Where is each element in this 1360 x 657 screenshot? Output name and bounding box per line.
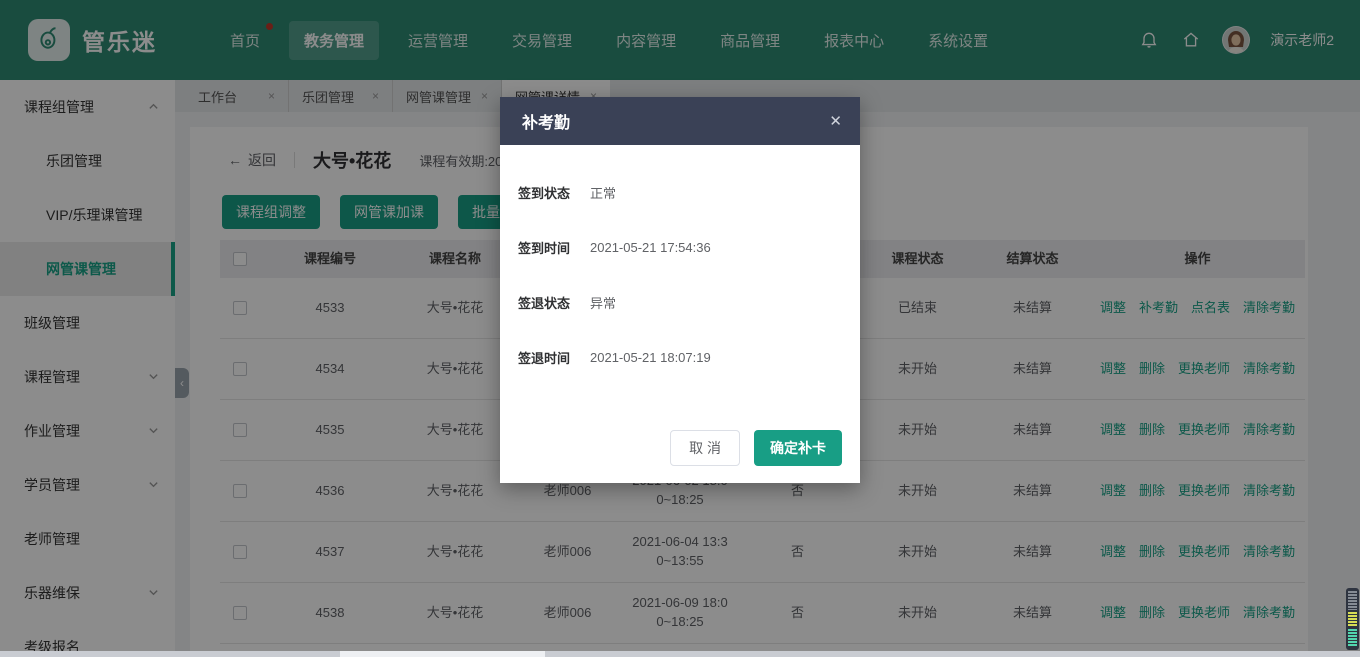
minimap-gray-stripes xyxy=(1348,591,1357,610)
dialog-body: 签到状态 正常 签到时间 2021-05-21 17:54:36 签退状态 异常… xyxy=(500,145,860,366)
minimap-yellow-stripes xyxy=(1348,612,1357,627)
cancel-button[interactable]: 取 消 xyxy=(670,430,740,466)
close-icon[interactable]: ✕ xyxy=(829,112,842,130)
field-checkout-time: 签退时间 2021-05-21 18:07:19 xyxy=(518,348,860,366)
confirm-makeup-button[interactable]: 确定补卡 xyxy=(754,430,842,466)
dialog-footer: 取 消 确定补卡 xyxy=(670,430,842,466)
field-checkin-time: 签到时间 2021-05-21 17:54:36 xyxy=(518,238,860,256)
minimap-teal-stripes xyxy=(1348,629,1357,647)
dialog-header: 补考勤 ✕ xyxy=(500,97,860,145)
scroll-minimap-widget xyxy=(1346,588,1359,650)
makeup-attendance-dialog: 补考勤 ✕ 签到状态 正常 签到时间 2021-05-21 17:54:36 签… xyxy=(500,97,860,483)
field-checkout-status: 签退状态 异常 xyxy=(518,293,860,311)
dialog-title: 补考勤 xyxy=(522,109,570,133)
horizontal-scrollbar[interactable] xyxy=(0,651,1360,657)
field-checkin-status: 签到状态 正常 xyxy=(518,183,860,201)
scrollbar-thumb[interactable] xyxy=(340,651,545,657)
